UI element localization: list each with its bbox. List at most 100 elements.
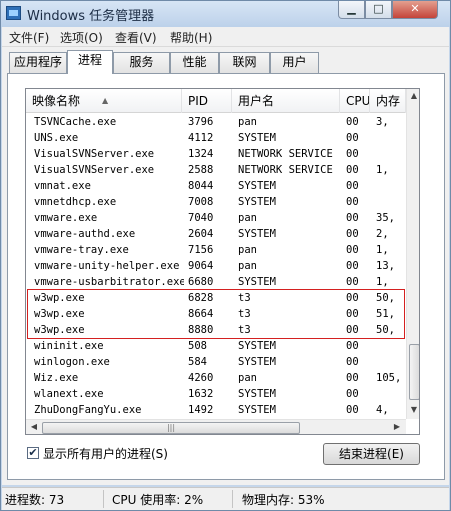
process-cpu: 00	[346, 164, 359, 176]
process-cpu: 00	[346, 260, 359, 272]
process-name: TSVNCache.exe	[34, 116, 117, 128]
process-mem: 35,	[376, 212, 395, 224]
process-name: vmware-tray.exe	[34, 244, 129, 256]
process-cpu: 00	[346, 404, 359, 416]
menu-help[interactable]: 帮助(H)	[170, 29, 212, 46]
process-pid: 2588	[188, 164, 214, 176]
horizontal-scroll-thumb[interactable]: |||	[42, 422, 300, 434]
process-pid: 584	[188, 356, 207, 368]
process-cpu: 00	[346, 228, 359, 240]
process-user: SYSTEM	[238, 180, 276, 192]
tab-networking[interactable]: 联网	[219, 52, 270, 73]
vertical-scrollbar[interactable]: ▲ ▼	[406, 89, 419, 419]
menu-file[interactable]: 文件(F)	[9, 29, 49, 46]
column-pid[interactable]: PID	[182, 89, 232, 113]
process-name: vmware.exe	[34, 212, 98, 224]
process-cpu: 00	[346, 372, 359, 384]
process-row[interactable]: wininit.exe 508 SYSTEM 00	[26, 338, 406, 354]
process-row[interactable]: w3wp.exe 8880 t3 00 50,	[26, 322, 406, 338]
tab-performance[interactable]: 性能	[170, 52, 219, 73]
status-divider	[232, 490, 233, 508]
title-bar[interactable]: Windows 任务管理器 ▁ □ ✕	[1, 1, 450, 27]
process-name: vmware-usbarbitrator.exe	[34, 276, 184, 288]
process-pid: 7156	[188, 244, 214, 256]
process-cpu: 00	[346, 132, 359, 144]
process-name: w3wp.exe	[34, 308, 85, 320]
column-username[interactable]: 用户名	[232, 89, 340, 113]
process-cpu: 00	[346, 116, 359, 128]
process-row[interactable]: wlanext.exe 1632 SYSTEM 00	[26, 386, 406, 402]
scroll-right-icon[interactable]: ▶	[392, 422, 402, 431]
process-row[interactable]: Wiz.exe 4260 pan 00 105,	[26, 370, 406, 386]
process-mem: 51,	[376, 308, 395, 320]
process-row[interactable]: vmnetdhcp.exe 7008 SYSTEM 00	[26, 194, 406, 210]
process-mem: 1,	[376, 244, 389, 256]
process-row[interactable]: w3wp.exe 8664 t3 00 51,	[26, 306, 406, 322]
process-row[interactable]: winlogon.exe 584 SYSTEM 00	[26, 354, 406, 370]
end-process-button[interactable]: 结束进程(E)	[323, 443, 420, 465]
column-image-name[interactable]: 映像名称 ▲	[26, 89, 182, 113]
tab-applications[interactable]: 应用程序	[9, 52, 67, 73]
process-user: SYSTEM	[238, 340, 276, 352]
process-row[interactable]: vmware.exe 7040 pan 00 35,	[26, 210, 406, 226]
process-row[interactable]: w3wp.exe 6828 t3 00 50,	[26, 290, 406, 306]
tab-services[interactable]: 服务	[113, 52, 170, 73]
process-mem: 2,	[376, 228, 389, 240]
process-user: pan	[238, 372, 257, 384]
process-pid: 8664	[188, 308, 214, 320]
scroll-down-icon[interactable]: ▼	[409, 405, 419, 414]
process-name: VisualSVNServer.exe	[34, 164, 155, 176]
vertical-scroll-thumb[interactable]	[409, 344, 419, 400]
process-cpu: 00	[346, 196, 359, 208]
scroll-up-icon[interactable]: ▲	[409, 91, 419, 100]
menu-view[interactable]: 查看(V)	[115, 29, 157, 46]
process-user: t3	[238, 308, 251, 320]
process-row[interactable]: vmware-authd.exe 2604 SYSTEM 00 2,	[26, 226, 406, 242]
process-cpu: 00	[346, 340, 359, 352]
minimize-button[interactable]: ▁	[338, 1, 365, 19]
column-cpu[interactable]: CPU	[340, 89, 370, 113]
process-pid: 8880	[188, 324, 214, 336]
process-mem: 13,	[376, 260, 395, 272]
process-row[interactable]: ZhuDongFangYu.exe 1492 SYSTEM 00 4,	[26, 402, 406, 418]
process-row[interactable]: vmware-usbarbitrator.exe 6680 SYSTEM 00 1,	[26, 274, 406, 290]
process-mem: 4,	[376, 404, 389, 416]
show-all-users-checkbox[interactable]: ✔	[27, 447, 39, 459]
show-all-users-label[interactable]: 显示所有用户的进程(S)	[43, 445, 168, 462]
maximize-button[interactable]: □	[365, 1, 392, 19]
horizontal-scrollbar[interactable]: ◀ ||| ▶	[26, 419, 406, 434]
column-memory[interactable]: 内存	[370, 89, 406, 113]
close-button[interactable]: ✕	[392, 1, 438, 19]
process-pid: 508	[188, 340, 207, 352]
process-row[interactable]: UNS.exe 4112 SYSTEM 00	[26, 130, 406, 146]
process-cpu: 00	[346, 388, 359, 400]
process-pid: 6828	[188, 292, 214, 304]
process-row[interactable]: vmware-unity-helper.exe 9064 pan 00 13,	[26, 258, 406, 274]
process-cpu: 00	[346, 180, 359, 192]
scroll-left-icon[interactable]: ◀	[29, 422, 39, 431]
process-user: pan	[238, 212, 257, 224]
process-user: t3	[238, 324, 251, 336]
process-mem: 50,	[376, 292, 395, 304]
process-mem: 3,	[376, 116, 389, 128]
process-row[interactable]: vmnat.exe 8044 SYSTEM 00	[26, 178, 406, 194]
sort-ascending-icon: ▲	[102, 96, 109, 105]
process-row[interactable]: TSVNCache.exe 3796 pan 00 3,	[26, 114, 406, 130]
status-divider	[103, 490, 104, 508]
process-user: NETWORK SERVICE	[238, 164, 333, 176]
process-user: pan	[238, 116, 257, 128]
process-name: wininit.exe	[34, 340, 104, 352]
tab-processes[interactable]: 进程	[67, 50, 113, 74]
process-name: UNS.exe	[34, 132, 79, 144]
process-cpu: 00	[346, 148, 359, 160]
process-row[interactable]: vmware-tray.exe 7156 pan 00 1,	[26, 242, 406, 258]
process-name: w3wp.exe	[34, 292, 85, 304]
process-user: pan	[238, 260, 257, 272]
process-cpu: 00	[346, 212, 359, 224]
process-row[interactable]: VisualSVNServer.exe 2588 NETWORK SERVICE 00…	[26, 162, 406, 178]
process-list[interactable]: 映像名称 ▲ PID 用户名 CPU 内存 TSVNCache.exe 3796 p…	[25, 88, 420, 435]
task-manager-window: Windows 任务管理器 ▁ □ ✕ 文件(F) 选项(O) 查看(V) 帮助…	[0, 0, 451, 511]
tab-users[interactable]: 用户	[270, 52, 319, 73]
menu-options[interactable]: 选项(O)	[60, 29, 103, 46]
process-row[interactable]: VisualSVNServer.exe 1324 NETWORK SERVICE 00	[26, 146, 406, 162]
